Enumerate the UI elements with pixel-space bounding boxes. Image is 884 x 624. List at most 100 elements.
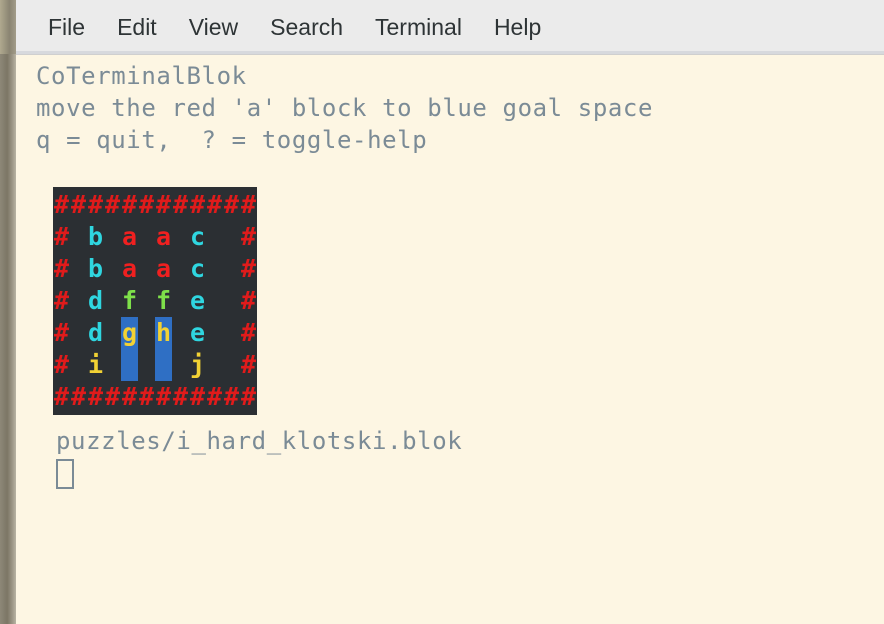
board-empty-cell [223,253,240,285]
menu-search[interactable]: Search [254,14,359,41]
board-goal-cell [155,349,172,381]
board-empty-cell [223,317,240,349]
board-wall-cell: # [240,350,257,379]
board-wall-cell: # [189,382,206,411]
board-block-cell-e[interactable]: e [189,317,206,349]
board-empty-cell [138,253,155,285]
board-wall-cell: # [53,286,70,315]
board-wall-cell: # [223,382,240,411]
board-goal-cell[interactable]: h [155,317,172,349]
board-row: # b a a c # [53,253,257,285]
board-empty-cell [206,349,223,381]
menu-help[interactable]: Help [478,14,557,41]
board-goal-cell[interactable]: g [121,317,138,349]
board-wall-cell: # [53,382,70,411]
terminal-window[interactable]: CoTerminalBlok move the red 'a' block to … [16,55,884,624]
board-wall-cell: # [240,318,257,347]
board-block-cell-b[interactable]: b [87,221,104,253]
board-wall-cell: # [240,382,257,411]
board-empty-cell [223,349,240,381]
board-goal-cell [121,349,138,381]
board-wall-cell: # [87,382,104,411]
board-empty-cell [104,349,121,381]
board-row: # i j # [53,349,257,381]
board-wall-cell: # [70,190,87,219]
board-wall-cell: # [138,190,155,219]
board-empty-cell [138,317,155,349]
board-block-cell-d[interactable]: d [87,285,104,317]
board-wall-cell: # [240,254,257,283]
desktop-background-strip [0,0,16,624]
board-block-cell-c[interactable]: c [189,253,206,285]
board-wall-cell: # [53,222,70,251]
terminal-line-2: move the red 'a' block to blue goal spac… [36,94,654,122]
menu-view[interactable]: View [173,14,254,41]
board-empty-cell [104,317,121,349]
board-wall-cell: # [53,190,70,219]
board-row: # d g h e # [53,317,257,349]
board-wall-cell: # [189,190,206,219]
board-row: # d f f e # [53,285,257,317]
board-wall-cell: # [206,190,223,219]
board-wall-cell: # [155,382,172,411]
menu-bar: File Edit View Search Terminal Help [16,0,884,55]
board-wall-cell: # [240,222,257,251]
board-empty-cell [172,285,189,317]
board-block-cell-i[interactable]: i [87,349,104,381]
board-empty-cell [206,253,223,285]
board-wall-cell: # [121,190,138,219]
board-block-cell-e[interactable]: e [189,285,206,317]
board-row: ############ [53,381,257,413]
board-block-cell-f[interactable]: f [155,285,172,317]
board-empty-cell [70,285,87,317]
board-wall-cell: # [53,318,70,347]
board-row: ############ [53,189,257,221]
menu-file[interactable]: File [32,14,101,41]
board-wall-cell: # [87,190,104,219]
board-empty-cell [70,221,87,253]
menu-edit[interactable]: Edit [101,14,173,41]
board-empty-cell [206,317,223,349]
board-empty-cell [70,317,87,349]
app-root: File Edit View Search Terminal Help CoTermina… [0,0,884,624]
terminal-line-1: CoTerminalBlok [36,62,247,90]
board-block-cell-a[interactable]: a [121,221,138,253]
puzzle-file-path: puzzles/i_hard_klotski.blok [56,427,463,455]
board-empty-cell [172,253,189,285]
board-wall-cell: # [172,382,189,411]
board-block-cell-a[interactable]: a [155,253,172,285]
board-wall-cell: # [121,382,138,411]
puzzle-board[interactable]: ############ # b a a c # # b a a c # # d f … [53,187,257,415]
board-empty-cell [172,221,189,253]
board-block-cell-f[interactable]: f [121,285,138,317]
board-empty-cell [104,285,121,317]
board-wall-cell: # [240,190,257,219]
board-empty-cell [172,349,189,381]
board-empty-cell [138,221,155,253]
board-empty-cell [223,221,240,253]
block-cursor [56,459,74,489]
board-wall-cell: # [155,190,172,219]
menu-terminal[interactable]: Terminal [359,14,478,41]
board-empty-cell [138,285,155,317]
board-block-cell-d[interactable]: d [87,317,104,349]
board-empty-cell [206,221,223,253]
board-empty-cell [206,285,223,317]
board-block-cell-a[interactable]: a [121,253,138,285]
terminal-header-lines: CoTerminalBlok move the red 'a' block to … [36,60,884,156]
board-empty-cell [70,253,87,285]
board-block-cell-a[interactable]: a [155,221,172,253]
board-wall-cell: # [104,190,121,219]
board-empty-cell [104,253,121,285]
board-block-cell-b[interactable]: b [87,253,104,285]
desktop-glint [0,0,16,54]
board-empty-cell [223,285,240,317]
board-wall-cell: # [240,286,257,315]
board-wall-cell: # [172,190,189,219]
board-wall-cell: # [70,382,87,411]
board-block-cell-j[interactable]: j [189,349,206,381]
board-wall-cell: # [104,382,121,411]
board-wall-cell: # [223,190,240,219]
board-block-cell-c[interactable]: c [189,221,206,253]
terminal-content: CoTerminalBlok move the red 'a' block to … [36,60,884,624]
